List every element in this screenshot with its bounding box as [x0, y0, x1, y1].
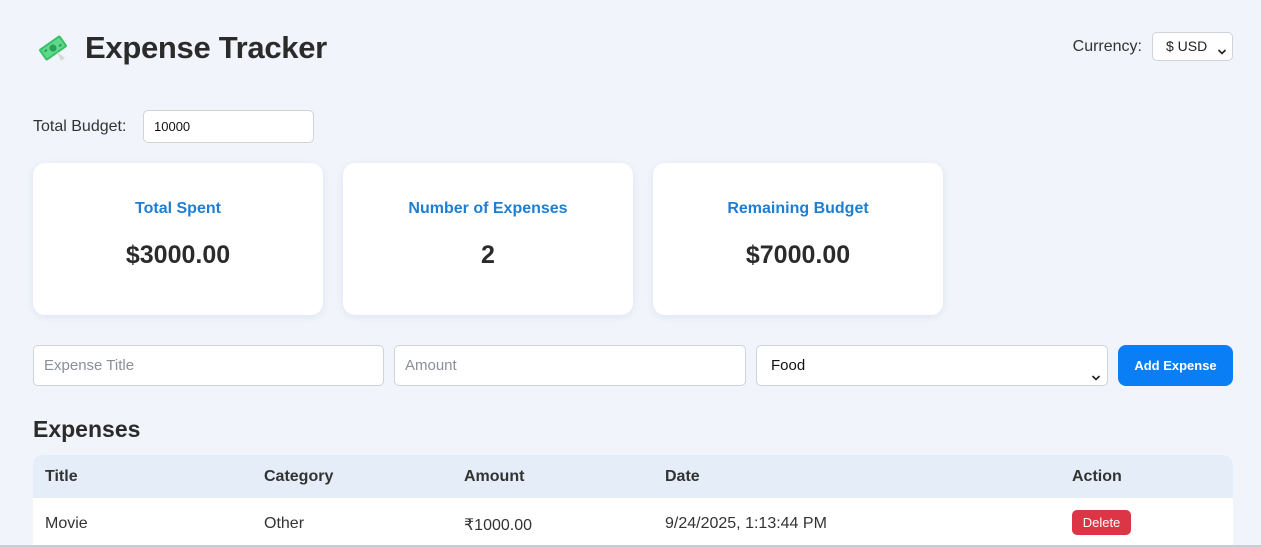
expenses-table: Title Category Amount Date Action Movie … — [33, 455, 1233, 547]
card-value: $7000.00 — [745, 241, 851, 269]
amount-input[interactable]: Amount — [394, 345, 746, 386]
chevron-down-icon — [1091, 360, 1101, 381]
card-label: Remaining Budget — [727, 200, 869, 217]
column-header-category: Category — [264, 468, 334, 485]
card-label: Number of Expenses — [408, 200, 568, 217]
remaining-budget-card: Remaining Budget $7000.00 — [653, 163, 943, 315]
card-value: $3000.00 — [125, 241, 231, 269]
chevron-down-icon — [1217, 40, 1227, 55]
table-header: Title Category Amount Date Action — [33, 455, 1233, 498]
cell-amount: ₹1000.00 — [464, 517, 533, 534]
currency-label: Currency: — [1072, 38, 1142, 55]
money-icon — [37, 32, 69, 64]
category-select[interactable]: Food — [756, 345, 1108, 386]
column-header-title: Title — [45, 468, 78, 485]
cell-category: Other — [264, 515, 305, 532]
card-value: 2 — [481, 241, 495, 269]
column-header-amount: Amount — [464, 468, 525, 485]
cell-title: Movie — [45, 515, 88, 532]
currency-select[interactable]: $ USD — [1152, 32, 1233, 61]
budget-input[interactable]: 10000 — [143, 110, 314, 143]
page-title: Expense Tracker — [85, 30, 327, 65]
budget-label: Total Budget: — [33, 118, 127, 135]
currency-value: $ USD — [1166, 38, 1208, 54]
expense-count-card: Number of Expenses 2 — [343, 163, 633, 315]
category-value: Food — [771, 357, 806, 374]
table-row: Movie Other ₹1000.00 9/24/2025, 1:13:44 … — [33, 498, 1233, 547]
card-label: Total Spent — [135, 200, 221, 217]
total-spent-card: Total Spent $3000.00 — [33, 163, 323, 315]
app-header: Expense Tracker Currency: $ USD — [33, 28, 1233, 70]
column-header-date: Date — [665, 468, 700, 485]
cell-date: 9/24/2025, 1:13:44 PM — [665, 515, 827, 532]
expense-title-input[interactable]: Expense Title — [33, 345, 384, 386]
column-header-action: Action — [1072, 468, 1122, 485]
delete-button[interactable]: Delete — [1072, 510, 1131, 535]
expenses-heading: Expenses — [33, 416, 141, 442]
add-expense-button[interactable]: Add Expense — [1118, 345, 1233, 386]
